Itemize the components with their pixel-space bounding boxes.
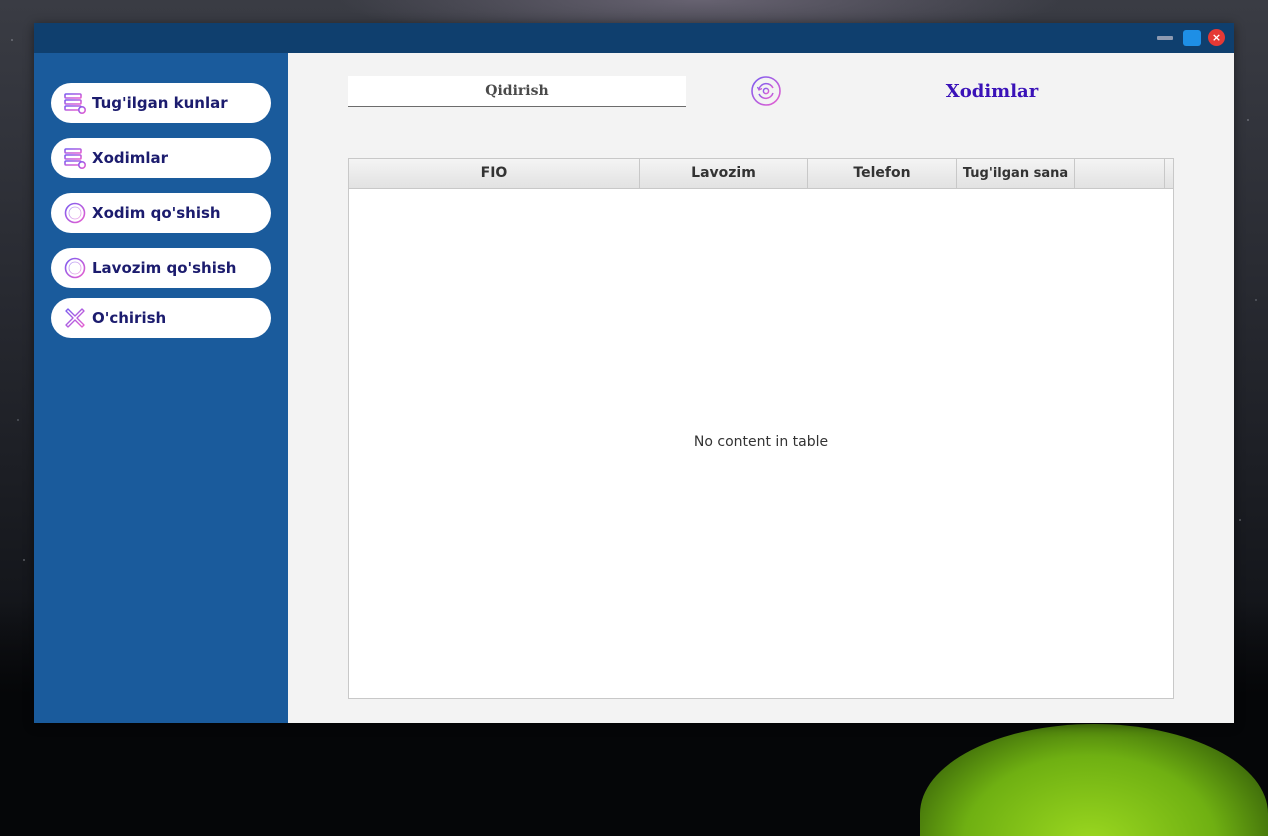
column-header-fio[interactable]: FIO <box>349 159 640 188</box>
sidebar-item-xodimlar[interactable]: Xodimlar <box>51 138 271 178</box>
app-window: × Tug'ilgan kunlar Xodimlar Xodim qo'shi… <box>34 23 1234 723</box>
sidebar-item-label: Tug'ilgan kunlar <box>92 94 228 112</box>
main-content: Qidirish Xodimlar FIO Lavozim Telefon Tu… <box>288 53 1234 723</box>
close-button[interactable]: × <box>1208 29 1225 46</box>
sidebar-item-label: Lavozim qo'shish <box>92 259 237 277</box>
employees-table[interactable]: FIO Lavozim Telefon Tug'ilgan sana No co… <box>348 158 1174 699</box>
column-header-lavozim[interactable]: Lavozim <box>640 159 808 188</box>
title-bar[interactable]: × <box>34 23 1234 53</box>
sidebar: Tug'ilgan kunlar Xodimlar Xodim qo'shish <box>34 53 288 723</box>
table-header-corner <box>1165 159 1173 188</box>
sidebar-item-tugilgan-kunlar[interactable]: Tug'ilgan kunlar <box>51 83 271 123</box>
database-icon <box>64 148 87 170</box>
empty-table-message: No content in table <box>693 434 829 450</box>
table-header: FIO Lavozim Telefon Tug'ilgan sana <box>349 159 1173 189</box>
delete-x-icon <box>65 308 85 328</box>
sidebar-item-label: O'chirish <box>92 309 167 327</box>
maximize-button[interactable] <box>1183 30 1201 46</box>
page-title: Xodimlar <box>945 81 1039 102</box>
sidebar-item-label: Xodimlar <box>92 149 169 167</box>
column-header-tugilgan-sana[interactable]: Tug'ilgan sana <box>957 159 1075 188</box>
search-input[interactable]: Qidirish <box>348 76 686 107</box>
sidebar-item-label: Xodim qo'shish <box>92 204 221 222</box>
column-header-telefon[interactable]: Telefon <box>808 159 957 188</box>
sidebar-item-ochirish[interactable]: O'chirish <box>51 298 271 338</box>
plus-circle-icon <box>64 257 86 279</box>
plus-circle-icon <box>64 202 86 224</box>
minimize-button[interactable] <box>1156 30 1174 46</box>
column-header-empty[interactable] <box>1075 159 1165 188</box>
sidebar-item-lavozim-qoshish[interactable]: Lavozim qo'shish <box>51 248 271 288</box>
sidebar-item-xodim-qoshish[interactable]: Xodim qo'shish <box>51 193 271 233</box>
database-icon <box>64 93 87 115</box>
refresh-icon[interactable] <box>750 75 782 107</box>
